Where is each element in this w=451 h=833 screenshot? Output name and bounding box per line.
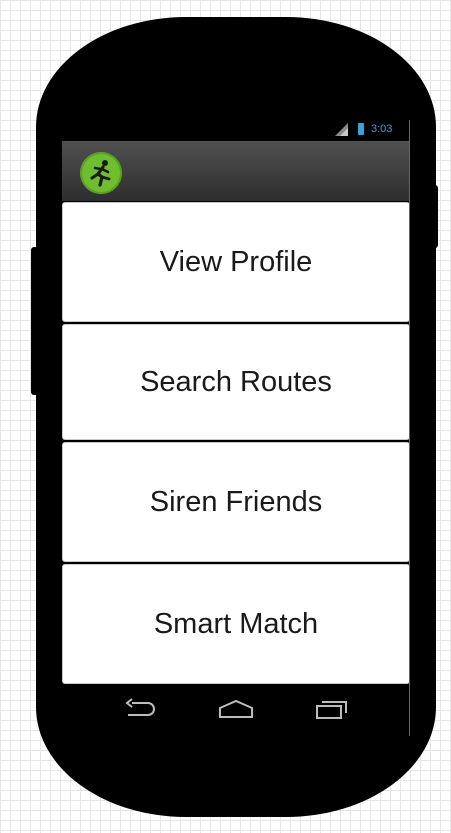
view-profile-button[interactable]: View Profile xyxy=(62,202,410,322)
navigation-bar xyxy=(62,686,410,736)
screen-edge xyxy=(409,120,410,736)
smart-match-button[interactable]: Smart Match xyxy=(62,564,410,684)
signal-icon xyxy=(335,123,348,136)
siren-friends-button[interactable]: Siren Friends xyxy=(62,442,410,562)
status-time: 3:03 xyxy=(371,123,393,135)
back-arrow-icon[interactable] xyxy=(122,698,156,725)
search-routes-button[interactable]: Search Routes xyxy=(62,324,410,440)
home-icon[interactable] xyxy=(217,698,255,725)
running-man-icon[interactable] xyxy=(80,152,122,194)
action-bar xyxy=(62,141,410,201)
battery-icon xyxy=(358,123,364,135)
recent-apps-icon[interactable] xyxy=(314,698,350,725)
status-bar: 3:03 xyxy=(62,120,410,140)
